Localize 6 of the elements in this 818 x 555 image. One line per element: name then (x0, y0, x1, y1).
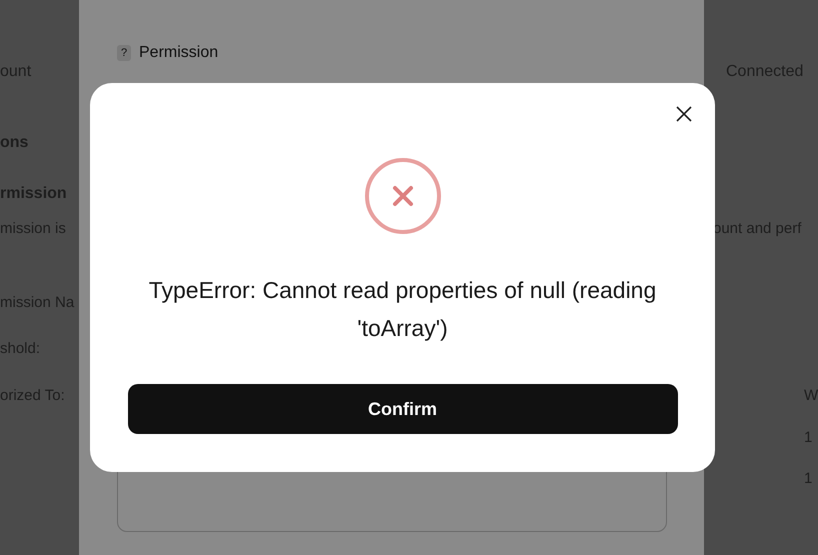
close-icon[interactable] (675, 105, 693, 123)
error-message: TypeError: Cannot read properties of null (reading 'toArray') (148, 276, 658, 343)
error-icon (364, 157, 442, 235)
help-icon: ? (117, 45, 131, 61)
confirm-button[interactable]: Confirm (128, 384, 678, 434)
panel-title: Permission (139, 44, 218, 62)
